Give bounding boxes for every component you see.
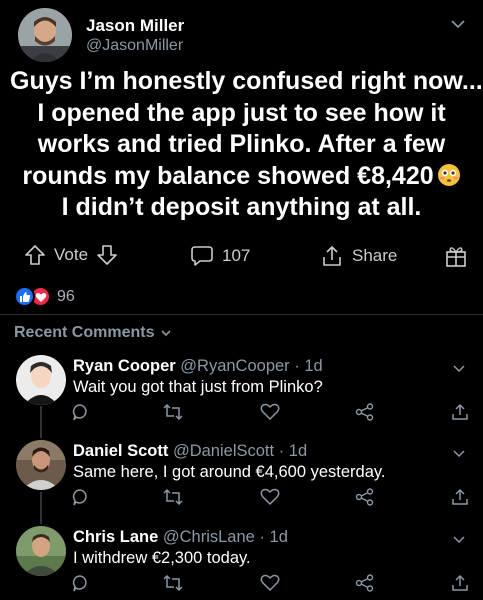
heart-icon[interactable] — [260, 574, 280, 592]
comment-header: Daniel Scott @DanielScott · 1d — [73, 442, 307, 461]
gift-icon[interactable] — [444, 244, 468, 268]
post-line: Guys I’m honestly confused right now... — [10, 67, 483, 95]
vote-group: Vote — [24, 244, 118, 266]
post-actions: Vote 107 Share — [0, 236, 483, 276]
flushed-face-emoji-icon — [437, 163, 460, 186]
post-line: I opened the app just to see how it — [37, 98, 446, 127]
commenter-handle[interactable]: @RyanCooper — [180, 357, 289, 375]
comment-time: 1d — [304, 357, 323, 375]
share-label: Share — [352, 246, 398, 265]
comment-button[interactable]: 107 — [190, 244, 250, 268]
meta-separator: · — [259, 528, 265, 546]
reply-bubble-icon[interactable] — [71, 403, 89, 421]
post-screen: Jason Miller @JasonMiller Guys I’m hones… — [0, 0, 483, 600]
chevron-down-icon[interactable] — [452, 446, 466, 460]
reply-bubble-icon[interactable] — [71, 574, 89, 592]
heart-icon[interactable] — [260, 403, 280, 421]
post-line: works and tried Plinko. After a few — [37, 130, 446, 158]
divider — [0, 314, 483, 315]
commenter-name[interactable]: Ryan Cooper — [73, 357, 176, 375]
share-nodes-icon[interactable] — [355, 488, 375, 506]
reply-bubble-icon[interactable] — [71, 488, 89, 506]
comment-text: I withdrew €2,300 today. — [73, 549, 251, 567]
repost-icon[interactable] — [163, 574, 183, 592]
author-handle[interactable]: @JasonMiller — [86, 37, 183, 55]
share-nodes-icon[interactable] — [355, 403, 375, 421]
upload-icon[interactable] — [451, 403, 469, 421]
share-button[interactable]: Share — [320, 244, 397, 268]
post-text: Guys I’m honestly confused right now... … — [10, 66, 483, 224]
commenter-handle[interactable]: @DanielScott — [173, 442, 274, 460]
chevron-down-icon[interactable] — [452, 532, 466, 546]
comment-header: Chris Lane @ChrisLane · 1d — [73, 528, 288, 547]
upload-icon[interactable] — [451, 488, 469, 506]
post-header: Jason Miller @JasonMiller — [18, 6, 466, 64]
comment: Daniel Scott @DanielScott · 1d Same here… — [0, 440, 483, 530]
comment-text: Same here, I got around €4,600 yesterday… — [73, 463, 386, 481]
chevron-down-icon[interactable] — [450, 16, 466, 32]
post-line: I didn’t deposit anything at all. — [61, 193, 422, 221]
recent-comments-toggle[interactable]: Recent Comments — [14, 324, 172, 342]
commenter-avatar[interactable] — [16, 355, 66, 405]
commenter-name[interactable]: Daniel Scott — [73, 442, 168, 460]
comment: Ryan Cooper @RyanCooper · 1d Wait you go… — [0, 355, 483, 445]
comment-bubble-icon — [191, 246, 213, 266]
repost-icon[interactable] — [163, 403, 183, 421]
post-line-with-emoji: rounds my balance showed €8,420 — [10, 161, 473, 193]
comment-time: 1d — [269, 528, 288, 546]
post-line: rounds my balance showed €8,420 — [22, 161, 434, 190]
commenter-avatar[interactable] — [16, 440, 66, 490]
heart-icon[interactable] — [260, 488, 280, 506]
meta-separator: · — [278, 442, 285, 460]
commenter-avatar[interactable] — [16, 526, 66, 576]
downvote-arrow-icon[interactable] — [96, 244, 118, 266]
comment: Chris Lane @ChrisLane · 1d I withdrew €2… — [0, 526, 483, 600]
commenter-name[interactable]: Chris Lane — [73, 528, 158, 546]
reaction-count: 96 — [57, 287, 75, 305]
comment-count: 107 — [222, 246, 251, 265]
upvote-arrow-icon[interactable] — [24, 244, 46, 266]
author-name[interactable]: Jason Miller — [86, 16, 184, 36]
comment-time: 1d — [288, 442, 308, 460]
comment-text: Wait you got that just from Plinko? — [73, 378, 323, 396]
vote-label: Vote — [54, 245, 89, 264]
upload-icon[interactable] — [451, 574, 469, 592]
author-avatar[interactable] — [18, 8, 72, 62]
repost-icon[interactable] — [163, 488, 183, 506]
reaction-summary[interactable]: 96 — [14, 286, 75, 307]
comment-header: Ryan Cooper @RyanCooper · 1d — [73, 357, 323, 376]
commenter-handle[interactable]: @ChrisLane — [163, 528, 255, 546]
share-icon — [323, 246, 341, 266]
recent-comments-label: Recent Comments — [14, 324, 155, 341]
chevron-down-icon — [161, 330, 172, 337]
share-nodes-icon[interactable] — [355, 574, 375, 592]
meta-separator: · — [294, 357, 300, 375]
like-icon — [14, 286, 35, 307]
chevron-down-icon[interactable] — [452, 361, 466, 375]
